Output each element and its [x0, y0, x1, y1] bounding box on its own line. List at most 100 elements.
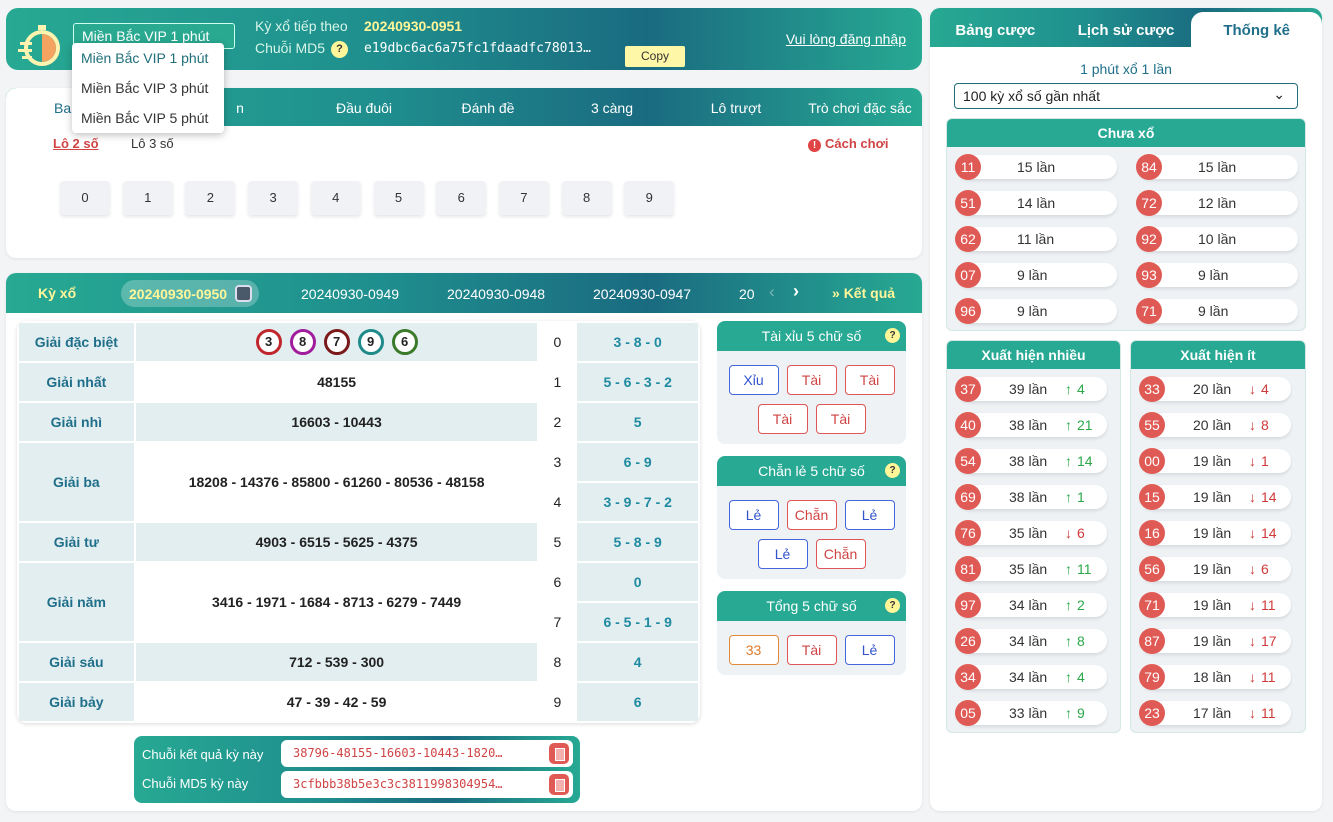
copy-button[interactable]: Copy: [625, 46, 685, 67]
count: 20 lần: [1193, 381, 1232, 397]
results-row: Giải bảy 47 - 39 - 42 - 59 9 6: [17, 681, 700, 723]
results-row: Giải tư 4903 - 6515 - 5625 - 4375 5 5 - 8 -…: [17, 521, 700, 563]
game-tab[interactable]: Trò chơi đặc sắc: [798, 88, 922, 126]
number-button[interactable]: 5: [373, 181, 424, 215]
how-to-play-label: Cách chơi: [825, 136, 889, 151]
prize-value: 16603 - 10443: [133, 401, 540, 443]
help-icon[interactable]: ?: [885, 598, 900, 613]
tail-values: 5 - 8 - 9: [575, 521, 700, 563]
number-button[interactable]: 3: [248, 181, 299, 215]
number-button[interactable]: 6: [436, 181, 487, 215]
results-link-label: Kết quả: [843, 285, 896, 301]
change: 14: [1261, 525, 1277, 541]
chip-list: 33 Tài Lẻ: [717, 621, 906, 675]
stats-tab[interactable]: Bảng cược: [930, 8, 1061, 47]
results-row: Giải sáu 712 - 539 - 300 8 4: [17, 641, 700, 683]
results-row: Giải nhất 48155 1 5 - 6 - 3 - 2: [17, 361, 700, 403]
subtab-lo-3-so[interactable]: Lô 3 số: [131, 136, 174, 151]
number-button[interactable]: 4: [310, 181, 361, 215]
number-badge: 76: [955, 520, 981, 546]
head-digit: 6: [537, 561, 578, 603]
prize-label: Giải năm: [17, 561, 136, 643]
prev-arrow-icon[interactable]: ‹: [769, 282, 775, 302]
stat-item: 26 34 lần ↑ 8: [955, 628, 1107, 654]
head-digit: 4: [537, 481, 578, 523]
prize-label: Giải ba: [17, 441, 136, 523]
count: 35 lần: [1009, 525, 1048, 541]
game-tab[interactable]: Đánh đề: [426, 88, 550, 126]
region-option[interactable]: Miền Bắc VIP 5 phút: [72, 103, 224, 133]
number-button[interactable]: 8: [561, 181, 612, 215]
count: 35 lần: [1009, 561, 1048, 577]
result-ball: 9: [357, 329, 384, 355]
number-button[interactable]: 2: [185, 181, 236, 215]
draw-item[interactable]: 20240930-0949: [301, 286, 399, 302]
stat-item: 07 9 lần: [955, 262, 1117, 288]
draw-item[interactable]: 20240930-0947: [593, 286, 691, 302]
range-selected: 100 kỳ xổ số gần nhất: [963, 88, 1100, 104]
count: 39 lần: [1009, 381, 1048, 397]
count: 34 lần: [1009, 633, 1048, 649]
strings-panel: Chuỗi kết quả kỳ này 38796-48155-16603-1…: [134, 736, 580, 803]
number-badge: 79: [1139, 664, 1165, 690]
stats-tab[interactable]: Lịch sử cược: [1061, 8, 1192, 47]
results-row: Giải ba 18208 - 14376 - 85800 - 61260 - 8…: [17, 441, 700, 523]
result-chip: Lẻ: [844, 500, 895, 530]
next-arrow-icon[interactable]: ›: [793, 281, 799, 302]
game-tab[interactable]: Đầu đuôi: [302, 88, 426, 126]
count: 18 lần: [1193, 669, 1232, 685]
results-link[interactable]: » Kết quả: [832, 285, 895, 301]
arrow-down-icon: ↓: [1065, 525, 1072, 541]
head-digit: 9: [537, 681, 578, 723]
chevron-down-icon: ⌄: [1273, 86, 1285, 102]
result-ball: 7: [323, 329, 350, 355]
stats-panel: Bảng cược Lịch sử cược Thống kê 1 phút xổ …: [930, 8, 1323, 811]
number-badge: 92: [1136, 226, 1162, 252]
count: 38 lần: [1009, 489, 1048, 505]
side-box-title: Chẵn lẻ 5 chữ số: [758, 463, 865, 479]
game-tab[interactable]: 3 càng: [550, 88, 674, 126]
change: 17: [1261, 633, 1277, 649]
side-box-title: Tài xỉu 5 chữ số: [761, 328, 862, 344]
copy-icon[interactable]: [549, 774, 569, 795]
stat-item: 87 19 lần ↓ 17: [1139, 628, 1291, 654]
subtab-lo-2-so[interactable]: Lô 2 số: [53, 136, 99, 151]
count: 19 lần: [1193, 597, 1232, 613]
number-badge: 11: [955, 154, 981, 180]
number-button[interactable]: 0: [60, 181, 110, 215]
count: 9 lần: [1017, 267, 1048, 283]
number-badge: 81: [955, 556, 981, 582]
help-icon[interactable]: ?: [331, 41, 348, 58]
count: 34 lần: [1009, 669, 1048, 685]
result-chip: Lẻ: [728, 500, 779, 530]
number-badge: 96: [955, 298, 981, 324]
login-link[interactable]: Vui lòng đăng nhập: [786, 31, 906, 47]
help-icon[interactable]: ?: [885, 463, 900, 478]
region-option[interactable]: Miền Bắc VIP 3 phút: [72, 73, 224, 103]
number-badge: 00: [1139, 448, 1165, 474]
change: 8: [1261, 417, 1269, 433]
result-chip: Xỉu: [728, 365, 779, 395]
region-option[interactable]: Miền Bắc VIP 1 phút: [72, 43, 224, 73]
number-button[interactable]: 9: [624, 181, 675, 215]
draw-item[interactable]: 20: [739, 286, 755, 302]
count: 9 lần: [1017, 303, 1048, 319]
chip-list: Lẻ Chẵn Lẻ Lẻ Chẵn: [717, 486, 906, 579]
change: 14: [1261, 489, 1277, 505]
frequent-title: Xuất hiện nhiều: [947, 341, 1120, 369]
help-icon[interactable]: ?: [885, 328, 900, 343]
number-button[interactable]: 1: [122, 181, 173, 215]
number-badge: 33: [1139, 376, 1165, 402]
range-select[interactable]: 100 kỳ xổ số gần nhất ⌄: [954, 83, 1298, 109]
arrow-up-icon: ↑: [1065, 453, 1072, 469]
how-to-play-link[interactable]: ! Cách chơi: [808, 136, 888, 152]
game-tab[interactable]: Lô trượt: [674, 88, 798, 126]
next-draw-label: Kỳ xổ tiếp theo: [255, 18, 348, 34]
change: 11: [1077, 561, 1092, 577]
head-digit: 5: [537, 521, 578, 563]
draw-item[interactable]: 20240930-0948: [447, 286, 545, 302]
copy-icon[interactable]: [549, 743, 569, 764]
number-button[interactable]: 7: [498, 181, 549, 215]
stats-tab[interactable]: Thống kê: [1191, 12, 1323, 47]
draw-item-active[interactable]: 20240930-0950: [121, 280, 259, 307]
